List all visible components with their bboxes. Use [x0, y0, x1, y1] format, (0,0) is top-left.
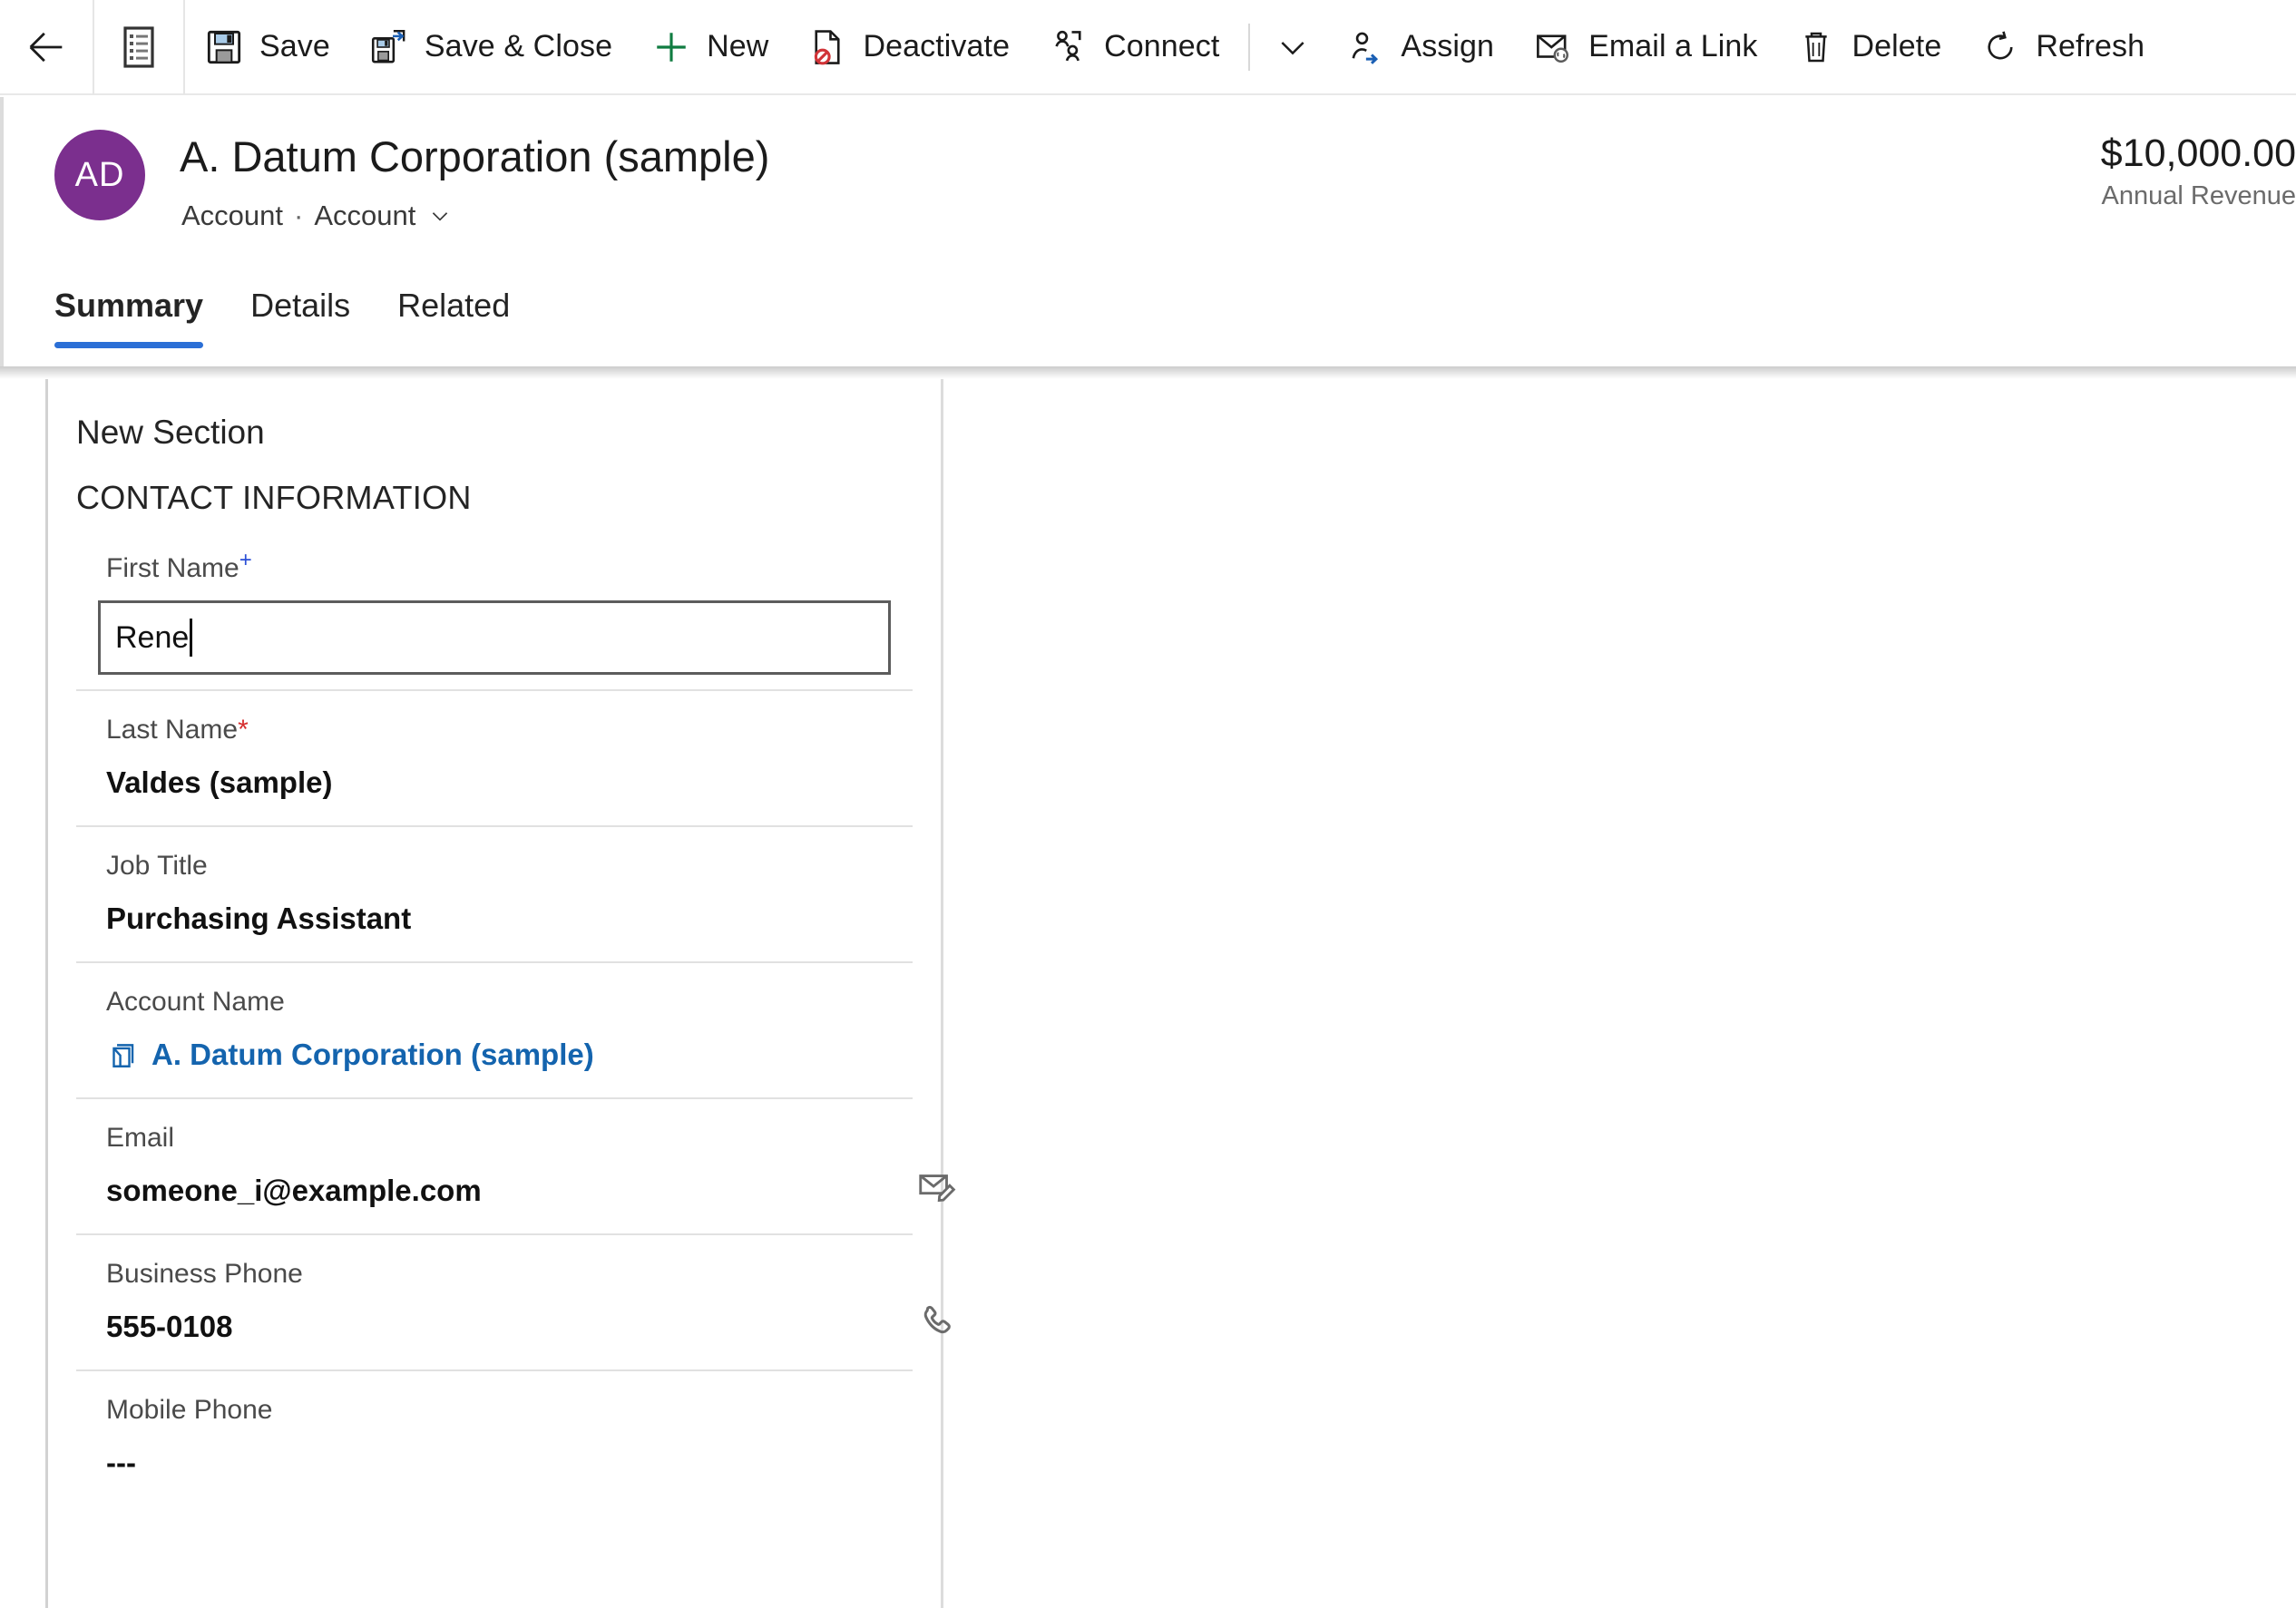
form-name: Account: [314, 200, 416, 231]
page-title: A. Datum Corporation (sample): [180, 132, 770, 180]
back-arrow-icon: [29, 32, 63, 62]
assign-label: Assign: [1401, 29, 1495, 63]
save-and-close-label: Save & Close: [424, 29, 613, 63]
form-list-icon: [123, 25, 154, 68]
last-name-label-text: Last Name: [106, 715, 239, 745]
deactivate-button[interactable]: Deactivate: [788, 0, 1030, 94]
toolbar-divider: [1248, 23, 1251, 71]
connect-icon: [1050, 28, 1088, 66]
field-email: Email someone_i@example.com: [76, 1097, 956, 1233]
email-a-link-label: Email a Link: [1588, 29, 1758, 63]
tab-details[interactable]: Details: [227, 268, 374, 343]
form-column-left: New Section CONTACT INFORMATION First Na…: [48, 379, 956, 1608]
connect-label: Connect: [1104, 29, 1220, 63]
column-divider: [941, 379, 943, 1608]
required-marker: *: [238, 715, 249, 745]
subtitle-separator: ·: [294, 200, 304, 231]
tab-details-label: Details: [250, 287, 351, 324]
new-plus-icon: [652, 28, 690, 66]
tab-summary-label: Summary: [54, 287, 204, 324]
save-and-close-button[interactable]: Save & Close: [350, 0, 632, 94]
refresh-label: Refresh: [2036, 29, 2145, 63]
chevron-down-icon: [433, 212, 448, 221]
field-first-name: First Name+ Rene: [76, 517, 913, 675]
field-job-title-label: Job Title: [106, 851, 208, 881]
mobile-phone-value[interactable]: ---: [76, 1426, 913, 1506]
last-name-value[interactable]: Valdes (sample): [76, 746, 913, 825]
field-account-name: Account Name A. Datum Corporation (sampl…: [76, 961, 913, 1097]
assign-icon: [1346, 28, 1384, 66]
header-shadow: [0, 366, 2296, 379]
job-title-value[interactable]: Purchasing Assistant: [76, 882, 913, 961]
deactivate-icon: [808, 28, 846, 66]
tab-strip: Summary Details Related: [0, 256, 2296, 366]
compose-email-button[interactable]: [911, 1161, 962, 1212]
text-cursor: [190, 619, 193, 657]
field-business-phone-label: Business Phone: [106, 1259, 303, 1289]
compose-email-icon: [919, 1174, 956, 1203]
entity-label: Account: [181, 200, 284, 231]
record-header: AD A. Datum Corporation (sample) Account…: [0, 97, 2296, 256]
header-annual-revenue: $10,000.00 Annual Revenue: [2101, 132, 2296, 211]
field-job-title: Job Title Purchasing Assistant: [76, 825, 913, 961]
deactivate-label: Deactivate: [863, 29, 1011, 63]
new-label: New: [707, 29, 769, 63]
first-name-label-text: First Name: [106, 553, 239, 583]
save-label: Save: [259, 29, 330, 63]
phone-call-icon: [923, 1305, 951, 1334]
assign-button[interactable]: Assign: [1326, 0, 1514, 94]
first-name-value: Rene: [115, 619, 190, 655]
back-button[interactable]: [0, 0, 94, 94]
recommended-marker: +: [239, 548, 252, 572]
refresh-icon: [1981, 28, 2019, 66]
new-button[interactable]: New: [632, 0, 788, 94]
email-value[interactable]: someone_i@example.com: [76, 1154, 913, 1233]
first-name-input[interactable]: Rene: [98, 600, 891, 675]
field-first-name-label: First Name+: [76, 548, 913, 584]
connect-button[interactable]: Connect: [1030, 0, 1239, 94]
section-subtitle: CONTACT INFORMATION: [76, 479, 472, 516]
account-name-value: A. Datum Corporation (sample): [151, 1038, 594, 1071]
form-selector[interactable]: Account: [314, 200, 452, 232]
refresh-button[interactable]: Refresh: [1961, 0, 2164, 94]
field-account-name-label: Account Name: [106, 987, 285, 1017]
email-link-icon: [1534, 28, 1572, 66]
tab-summary[interactable]: Summary: [31, 268, 227, 348]
form-body: New Section CONTACT INFORMATION First Na…: [0, 379, 2296, 1608]
account-name-lookup[interactable]: A. Datum Corporation (sample): [76, 1018, 913, 1097]
tab-related-label: Related: [397, 287, 511, 324]
annual-revenue-value: $10,000.00: [2100, 132, 2296, 175]
section-title: New Section: [76, 414, 265, 451]
call-business-phone-button[interactable]: [911, 1297, 962, 1348]
command-bar: Save Save & Close New Deactivate Connect…: [0, 0, 2296, 95]
field-mobile-phone-label: Mobile Phone: [106, 1395, 273, 1425]
field-last-name: Last Name* Valdes (sample): [76, 689, 913, 825]
delete-button[interactable]: Delete: [1777, 0, 1961, 94]
save-button[interactable]: Save: [185, 0, 350, 94]
delete-icon: [1797, 28, 1835, 66]
email-a-link-button[interactable]: Email a Link: [1514, 0, 1777, 94]
save-close-icon: [370, 28, 408, 66]
field-last-name-label: Last Name*: [76, 715, 913, 746]
form-selector-button[interactable]: [94, 0, 185, 94]
annual-revenue-caption: Annual Revenue: [2101, 181, 2296, 210]
overflow-menu-button[interactable]: [1259, 0, 1326, 94]
chevron-down-icon: [1281, 41, 1304, 54]
record-subtitle: Account · Account: [181, 200, 452, 232]
delete-label: Delete: [1851, 29, 1942, 63]
avatar: AD: [54, 130, 145, 220]
tab-related[interactable]: Related: [374, 268, 533, 343]
field-email-label: Email: [106, 1123, 175, 1153]
save-icon: [205, 28, 243, 66]
business-phone-value[interactable]: 555-0108: [76, 1290, 913, 1369]
account-lookup-icon: [112, 1044, 134, 1067]
field-business-phone: Business Phone 555-0108: [76, 1233, 951, 1369]
field-mobile-phone: Mobile Phone ---: [76, 1369, 913, 1506]
